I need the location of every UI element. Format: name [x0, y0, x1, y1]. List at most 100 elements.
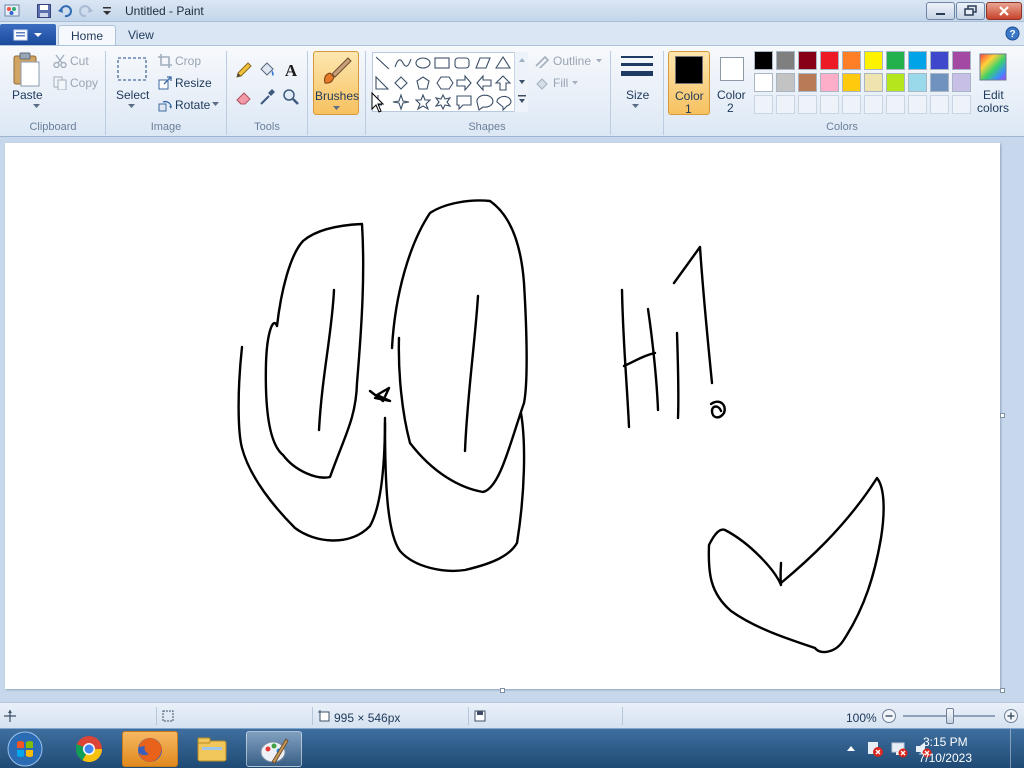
- action-center-icon[interactable]: [866, 740, 884, 758]
- system-clock[interactable]: 3:15 PM 7/10/2023: [919, 734, 972, 766]
- restore-button[interactable]: [956, 2, 985, 20]
- rotate-icon[interactable]: [158, 98, 172, 112]
- paint-app-icon[interactable]: [4, 3, 20, 19]
- palette-swatch[interactable]: [908, 51, 927, 70]
- custom-color-slot[interactable]: [776, 95, 795, 114]
- select-dropdown-icon[interactable]: [128, 104, 136, 110]
- pencil-icon[interactable]: [234, 60, 254, 80]
- sketch-stroke: [709, 400, 726, 419]
- resize-button[interactable]: Resize: [175, 76, 212, 90]
- help-icon[interactable]: ?: [1005, 26, 1020, 41]
- drawing-canvas[interactable]: [5, 143, 1000, 689]
- tab-view[interactable]: View: [116, 25, 166, 46]
- crop-icon[interactable]: [158, 54, 172, 68]
- palette-swatch[interactable]: [886, 73, 905, 92]
- paste-button[interactable]: Paste: [12, 88, 43, 102]
- show-hidden-icons[interactable]: [846, 744, 856, 752]
- resize-icon[interactable]: [158, 76, 172, 90]
- zoom-in-icon[interactable]: [1003, 708, 1019, 724]
- canvas-resize-handle-bottom[interactable]: [500, 688, 505, 693]
- taskbar-paint[interactable]: [246, 731, 302, 767]
- edit-colors-button[interactable]: Edit colors: [976, 52, 1010, 118]
- custom-color-slot[interactable]: [908, 95, 927, 114]
- palette-swatch[interactable]: [952, 51, 971, 70]
- zoom-slider-thumb[interactable]: [946, 708, 954, 724]
- eraser-icon[interactable]: [234, 87, 254, 107]
- network-icon[interactable]: [890, 740, 908, 758]
- canvas-resize-handle-corner[interactable]: [1000, 688, 1005, 693]
- crop-button[interactable]: Crop: [175, 54, 201, 68]
- outline-icon[interactable]: [534, 54, 550, 68]
- start-button[interactable]: [6, 730, 44, 768]
- custom-color-slot[interactable]: [754, 95, 773, 114]
- palette-swatch[interactable]: [864, 73, 883, 92]
- close-button[interactable]: [986, 2, 1022, 20]
- palette-swatch[interactable]: [776, 73, 795, 92]
- fill-icon[interactable]: [534, 76, 550, 90]
- palette-swatch[interactable]: [886, 51, 905, 70]
- fill-button[interactable]: Fill: [553, 76, 568, 90]
- redo-icon[interactable]: [78, 3, 94, 19]
- fill-bucket-icon[interactable]: [257, 60, 277, 80]
- palette-swatch[interactable]: [930, 51, 949, 70]
- custom-color-slot[interactable]: [952, 95, 971, 114]
- color1-button[interactable]: Color 1: [668, 51, 710, 116]
- palette-swatch[interactable]: [820, 73, 839, 92]
- rotate-button[interactable]: Rotate: [175, 98, 210, 112]
- palette-swatch[interactable]: [754, 73, 773, 92]
- palette-swatch[interactable]: [776, 51, 795, 70]
- tab-home[interactable]: Home: [58, 25, 117, 46]
- taskbar-chrome[interactable]: [62, 731, 118, 767]
- magnifier-icon[interactable]: [281, 87, 301, 107]
- rotate-dropdown-icon[interactable]: [212, 102, 220, 108]
- outline-button[interactable]: Outline: [553, 54, 591, 68]
- fill-dropdown-icon[interactable]: [572, 81, 579, 86]
- canvas-resize-handle-right[interactable]: [1000, 413, 1005, 418]
- select-button[interactable]: Select: [116, 88, 149, 102]
- zoom-out-icon[interactable]: [881, 708, 897, 724]
- taskbar-firefox[interactable]: [122, 731, 178, 767]
- shapes-grid: [375, 55, 512, 112]
- custom-color-slot[interactable]: [886, 95, 905, 114]
- copy-icon[interactable]: [53, 76, 67, 90]
- undo-icon[interactable]: [57, 3, 73, 19]
- paste-icon[interactable]: [12, 52, 42, 88]
- custom-color-slot[interactable]: [798, 95, 817, 114]
- size-icon[interactable]: [619, 53, 655, 83]
- palette-swatch[interactable]: [798, 51, 817, 70]
- outline-dropdown-icon[interactable]: [596, 59, 603, 64]
- palette-swatch[interactable]: [930, 73, 949, 92]
- copy-button[interactable]: Copy: [70, 76, 98, 90]
- custom-color-slot[interactable]: [864, 95, 883, 114]
- custom-color-slot[interactable]: [930, 95, 949, 114]
- palette-swatch[interactable]: [820, 51, 839, 70]
- brushes-button[interactable]: Brushes: [313, 51, 359, 115]
- show-desktop-button[interactable]: [1010, 729, 1024, 768]
- shapes-scrollbar[interactable]: [514, 52, 528, 112]
- sketch-stroke: [390, 199, 528, 494]
- taskbar-explorer[interactable]: [184, 731, 240, 767]
- palette-swatch[interactable]: [754, 51, 773, 70]
- minimize-button[interactable]: [926, 2, 955, 20]
- palette-swatch[interactable]: [842, 51, 861, 70]
- cut-icon[interactable]: [53, 54, 67, 68]
- palette-swatch[interactable]: [864, 51, 883, 70]
- palette-swatch[interactable]: [908, 73, 927, 92]
- color-picker-icon[interactable]: [257, 87, 277, 107]
- palette-swatch[interactable]: [798, 73, 817, 92]
- save-icon[interactable]: [36, 3, 52, 19]
- color2-button[interactable]: Color 2: [712, 51, 754, 115]
- text-icon[interactable]: A: [281, 60, 301, 80]
- palette-swatch[interactable]: [952, 73, 971, 92]
- select-icon[interactable]: [116, 55, 148, 83]
- custom-color-slot[interactable]: [820, 95, 839, 114]
- custom-color-slot[interactable]: [842, 95, 861, 114]
- palette-swatch[interactable]: [842, 73, 861, 92]
- color1-label: Color: [675, 89, 704, 103]
- paste-dropdown-icon[interactable]: [33, 104, 41, 110]
- cut-button[interactable]: Cut: [70, 54, 89, 68]
- file-menu-button[interactable]: [0, 24, 56, 45]
- customize-quick-access-icon[interactable]: [99, 3, 115, 19]
- size-button[interactable]: Size: [626, 88, 649, 102]
- size-dropdown-icon[interactable]: [632, 104, 640, 110]
